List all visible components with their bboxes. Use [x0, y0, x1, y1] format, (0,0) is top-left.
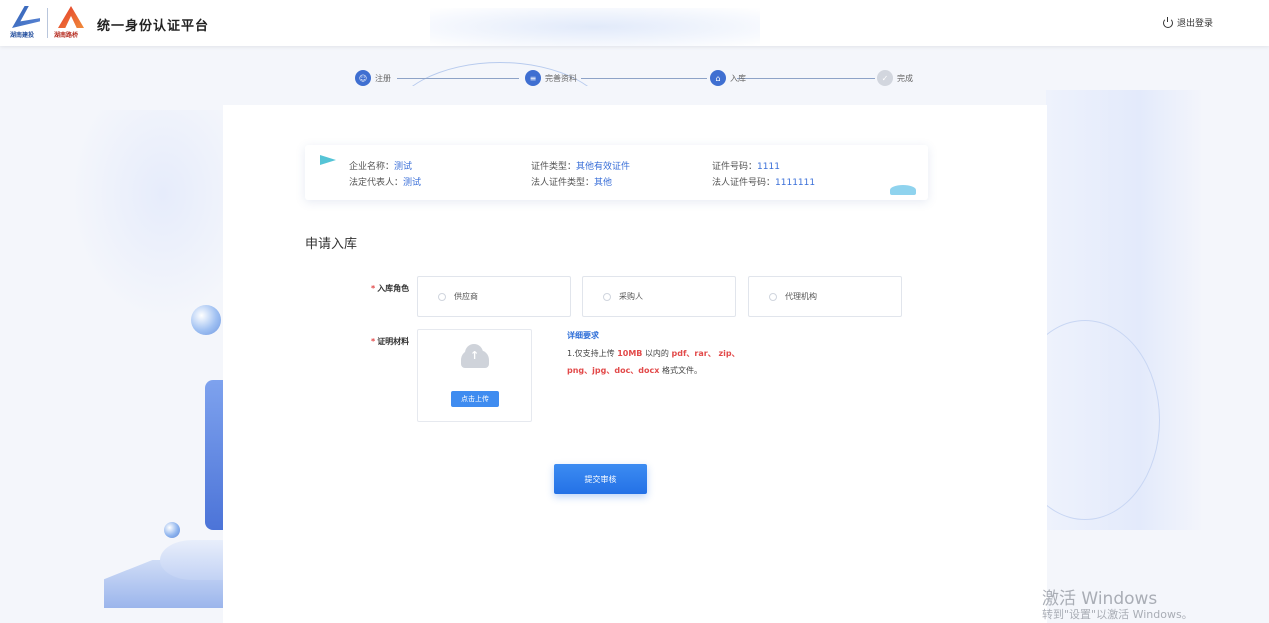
logout-button[interactable]: 退出登录 — [1162, 16, 1213, 29]
req-size: 10MB — [617, 349, 643, 358]
role-label: * 入库角色 — [371, 283, 409, 294]
legal-rep-label: 法定代表人： — [349, 178, 404, 188]
company-name-value: 测试 — [394, 162, 413, 172]
step-complete-info: ≡ 完善资料 — [525, 70, 577, 86]
header-glow — [430, 8, 760, 46]
hunan-construction-logo: 湖南建投 — [10, 6, 42, 40]
decorative-bubble — [191, 305, 221, 335]
role-label-text: 入库角色 — [377, 284, 410, 293]
step-register: ☺ 注册 — [355, 70, 391, 86]
company-name-label: 企业名称： — [349, 162, 395, 172]
hunan-road-bridge-logo: 湖南路桥 — [54, 6, 88, 40]
cert-no-value: 1111 — [757, 162, 780, 172]
main-card: 企业名称：测试 法定代表人：测试 证件类型：其他有效证件 法人证件类型：其他 证… — [223, 105, 1047, 623]
required-mark: * — [371, 284, 376, 293]
role-option-label: 采购人 — [619, 292, 643, 301]
logo1-text: 湖南建投 — [10, 32, 35, 39]
legal-rep-field: 法定代表人：测试 — [349, 175, 421, 188]
role-option-agency[interactable]: 代理机构 — [748, 276, 902, 317]
material-label: * 证明材料 — [371, 336, 409, 347]
req-formats-1: pdf、rar、 zip、 — [671, 349, 740, 358]
submit-review-button[interactable]: 提交审核 — [554, 464, 647, 494]
step-label: 注册 — [375, 73, 391, 83]
requirements-title: 详细要求 — [567, 331, 599, 340]
construction-logo-icon — [12, 6, 40, 28]
section-title: 申请入库 — [305, 237, 358, 252]
flag-icon — [320, 155, 336, 165]
logout-label: 退出登录 — [1176, 19, 1213, 29]
logo-divider — [47, 8, 48, 38]
radio-circle[interactable] — [603, 292, 611, 301]
step-warehouse: ⌂ 入库 — [710, 70, 746, 86]
cert-no-field: 证件号码：1111 — [712, 159, 780, 172]
power-icon — [1162, 16, 1173, 28]
step-label: 完善资料 — [545, 73, 577, 83]
legal-cert-no-label: 法人证件号码： — [712, 178, 776, 188]
step-connector — [581, 78, 707, 79]
legal-rep-value: 测试 — [403, 178, 422, 188]
legal-cert-type-value: 其他 — [594, 178, 613, 188]
upload-area[interactable]: 点击上传 — [417, 329, 532, 422]
document-icon: ≡ — [525, 70, 541, 86]
company-name-field: 企业名称：测试 — [349, 159, 412, 172]
step-finish: ✓ 完成 — [877, 70, 913, 86]
app-title: 统一身份认证平台 — [97, 19, 210, 34]
material-label-text: 证明材料 — [377, 337, 410, 346]
role-option-supplier[interactable]: 供应商 — [417, 276, 571, 317]
requirements-line-1: 1.仅支持上传 10MB 以内的 pdf、rar、 zip、 — [567, 348, 740, 359]
radio-circle[interactable] — [438, 292, 446, 301]
radio-circle[interactable] — [769, 292, 777, 301]
cert-no-label: 证件号码： — [712, 162, 758, 172]
cert-type-label: 证件类型： — [531, 162, 577, 172]
role-option-purchaser[interactable]: 采购人 — [582, 276, 736, 317]
legal-cert-no-value: 1111111 — [775, 178, 816, 188]
role-option-label: 代理机构 — [785, 292, 817, 301]
cloud-icon — [890, 185, 916, 195]
enterprise-info-box: 企业名称：测试 法定代表人：测试 证件类型：其他有效证件 法人证件类型：其他 证… — [305, 145, 928, 200]
cert-type-value: 其他有效证件 — [576, 162, 631, 172]
step-connector — [737, 78, 875, 79]
cloud-upload-icon — [461, 344, 489, 368]
requirements-line-2: png、jpg、doc、docx 格式文件。 — [567, 365, 702, 376]
step-connector — [397, 78, 519, 79]
user-icon: ☺ — [355, 70, 371, 86]
cert-type-field: 证件类型：其他有效证件 — [531, 159, 630, 172]
role-option-label: 供应商 — [454, 292, 478, 301]
check-icon: ✓ — [877, 70, 893, 86]
decorative-panel — [205, 380, 225, 530]
road-bridge-logo-icon — [58, 6, 84, 28]
required-mark: * — [371, 337, 376, 346]
top-header: 湖南建投 湖南路桥 统一身份认证平台 退出登录 — [0, 0, 1269, 46]
background-glow-left — [70, 110, 225, 320]
req-formats-2: png、jpg、doc、docx — [567, 366, 660, 375]
progress-steps: ☺ 注册 ≡ 完善资料 ⌂ 入库 ✓ 完成 — [355, 70, 915, 90]
decorative-disc — [160, 540, 225, 580]
req-prefix: 1.仅支持上传 — [567, 349, 615, 358]
step-label: 入库 — [730, 73, 746, 83]
logo2-text: 湖南路桥 — [54, 32, 79, 39]
decorative-bubble-small — [164, 522, 180, 538]
legal-cert-type-field: 法人证件类型：其他 — [531, 175, 612, 188]
step-label: 完成 — [897, 73, 913, 83]
legal-cert-no-field: 法人证件号码：1111111 — [712, 175, 815, 188]
req-suffix: 格式文件。 — [661, 366, 702, 375]
windows-activation-hint: 转到"设置"以激活 Windows。 — [1042, 608, 1193, 621]
upload-button[interactable]: 点击上传 — [451, 391, 499, 407]
home-icon: ⌂ — [710, 70, 726, 86]
legal-cert-type-label: 法人证件类型： — [531, 178, 595, 188]
req-mid: 以内的 — [644, 349, 669, 358]
